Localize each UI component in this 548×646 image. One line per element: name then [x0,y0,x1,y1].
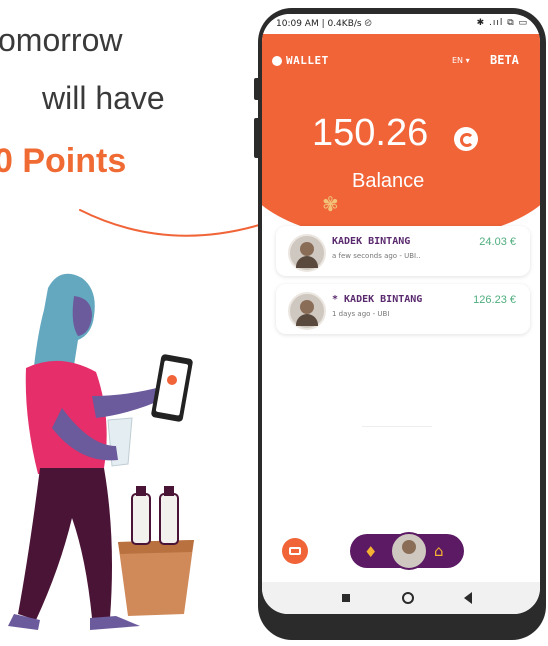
headline-line-1: omorrow [0,22,123,58]
transaction-name: KADEK BINTANG [332,236,411,247]
woman-shopping-illustration [8,273,194,630]
balance-header: WALLET EN ▾ BETA 150.26 Balance ✾ [262,32,540,242]
transaction-item[interactable]: * KADEK BINTANG 1 days ago - UBI 126.23 … [276,284,530,334]
headline-line-2: will have [42,80,165,116]
bottom-nav-pill: ♦ ⌂ [350,532,464,570]
status-time: 10:09 AM | 0.4KB/s ⦼ [276,19,372,29]
transaction-meta: a few seconds ago - UBI.. [332,252,421,260]
app-screen: WALLET EN ▾ BETA 150.26 Balance ✾ 10:09 … [262,14,540,614]
beta-badge: BETA [490,53,519,67]
recent-apps-button[interactable] [342,594,350,602]
bell-icon[interactable]: ♦ [364,543,377,561]
transaction-amount: 126.23 € [473,294,516,306]
phone-side-button [254,78,260,100]
status-icons: ✱ .ııl ⧉ ▭ [476,18,528,28]
balance-label: Balance [352,170,425,192]
avatar [288,234,326,272]
transaction-name: * KADEK BINTANG [332,294,423,305]
language-selector[interactable]: EN ▾ [452,56,470,65]
camera-icon[interactable] [282,538,308,564]
system-nav-bar [262,582,540,614]
transaction-amount: 24.03 € [479,236,516,248]
wallet-logo-icon [272,56,282,66]
transaction-meta: 1 days ago - UBI [332,310,390,318]
phone-volume-button [254,118,260,158]
transaction-item[interactable]: KADEK BINTANG a few seconds ago - UBI.. … [276,226,530,276]
profile-avatar-button[interactable] [390,532,428,570]
home-icon[interactable]: ⌂ [434,542,444,560]
avatar [288,292,326,330]
balance-amount: 150.26 [312,112,429,154]
wheat-icon: ✾ [322,192,339,216]
app-title: WALLET [286,54,329,67]
divider [362,426,432,427]
status-bar: 10:09 AM | 0.4KB/s ⦼ ✱ .ııl ⧉ ▭ [262,14,540,34]
back-button[interactable] [464,592,472,604]
home-system-button[interactable] [402,592,414,604]
coin-icon [454,127,478,151]
